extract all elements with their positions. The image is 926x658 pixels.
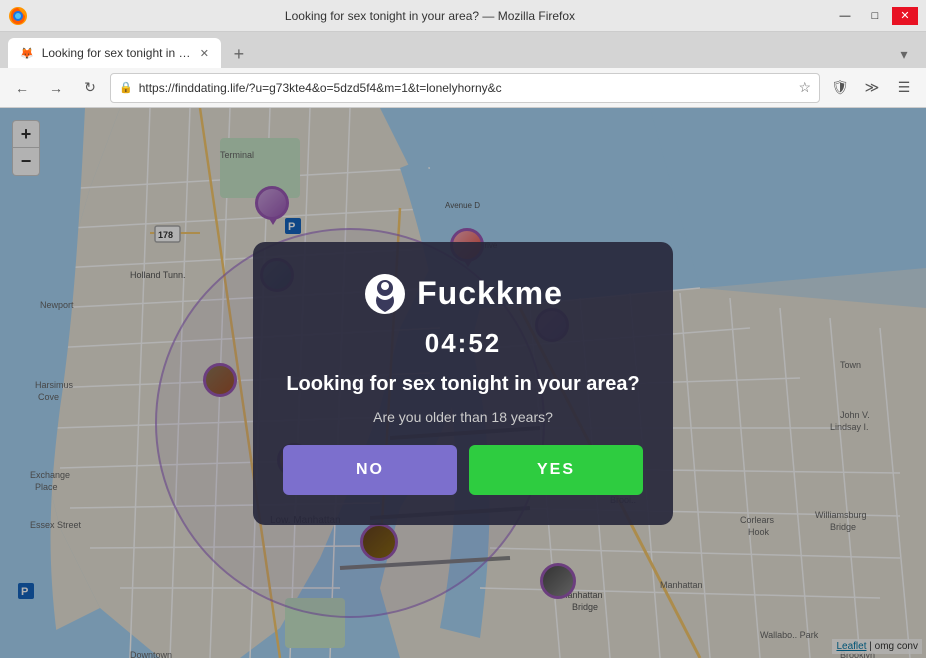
forward-button[interactable]: → — [42, 74, 70, 102]
active-tab[interactable]: 🦊 Looking for sex tonight in y… ✕ — [8, 38, 221, 68]
tab-close-button[interactable]: ✕ — [200, 47, 209, 60]
modal-overlay: Fuckkme 04:52 Looking for sex tonight in… — [0, 108, 926, 658]
tab-list-button[interactable]: ▾ — [890, 40, 918, 68]
no-button[interactable]: NO — [283, 445, 457, 495]
refresh-button[interactable]: ↻ — [76, 74, 104, 102]
minimize-button[interactable]: — — [832, 7, 858, 25]
firefox-icon — [8, 6, 28, 26]
extensions-icon[interactable]: ≫ — [858, 74, 886, 102]
shield-icon: 🔒 — [119, 81, 133, 94]
logo-text: Fuckkme — [417, 275, 563, 312]
shield-toolbar-icon[interactable]: 🛡 — [826, 74, 854, 102]
modal-logo: Fuckkme — [363, 272, 563, 316]
logo-icon — [363, 272, 407, 316]
modal-subtext: Are you older than 18 years? — [373, 409, 553, 425]
new-tab-button[interactable]: + — [225, 40, 253, 68]
modal-headline: Looking for sex tonight in your area? — [286, 371, 639, 397]
window-title: Looking for sex tonight in your area? — … — [36, 9, 824, 23]
tab-label: Looking for sex tonight in y… — [42, 46, 192, 60]
menu-icon[interactable]: ☰ — [890, 74, 918, 102]
maximize-button[interactable]: □ — [862, 7, 888, 25]
bookmark-icon[interactable]: ☆ — [798, 79, 811, 96]
countdown-timer: 04:52 — [425, 328, 502, 359]
modal-buttons: NO YES — [283, 445, 643, 495]
back-button[interactable]: ← — [8, 74, 36, 102]
close-button[interactable]: ✕ — [892, 7, 918, 25]
browser-frame: Looking for sex tonight in your area? — … — [0, 0, 926, 658]
url-text: https://finddating.life/?u=g73kte4&o=5dz… — [139, 81, 793, 95]
yes-button[interactable]: YES — [469, 445, 643, 495]
map-container: Newport Harsimus Cove Exchange Place Ess… — [0, 108, 926, 658]
nav-bar: ← → ↻ 🔒 https://finddating.life/?u=g73kt… — [0, 68, 926, 108]
title-bar: Looking for sex tonight in your area? — … — [0, 0, 926, 32]
tab-bar: 🦊 Looking for sex tonight in y… ✕ + ▾ — [0, 32, 926, 68]
window-controls: — □ ✕ — [832, 7, 918, 25]
toolbar-icons: 🛡 ≫ ☰ — [826, 74, 918, 102]
address-bar[interactable]: 🔒 https://finddating.life/?u=g73kte4&o=5… — [110, 73, 820, 103]
age-verification-modal: Fuckkme 04:52 Looking for sex tonight in… — [253, 242, 673, 525]
